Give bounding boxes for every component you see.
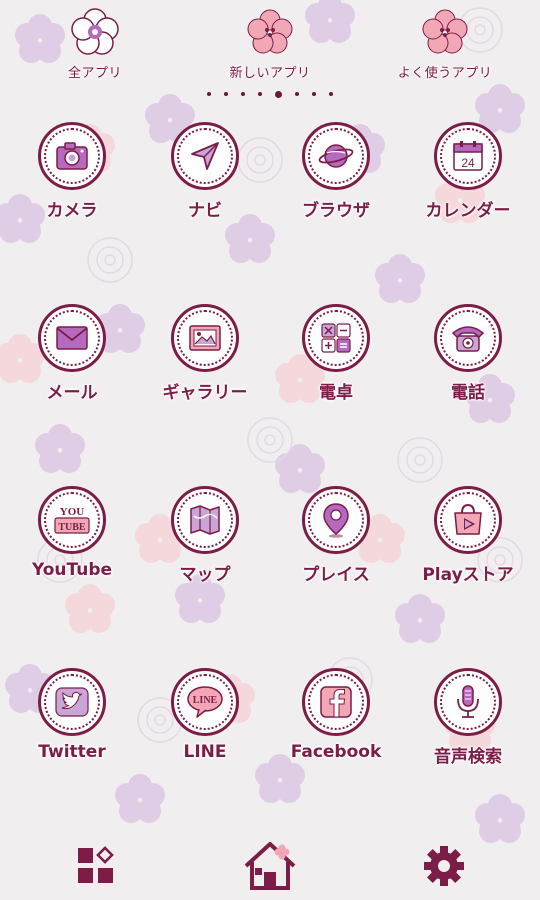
line-bubble-icon: LINE: [171, 668, 239, 736]
top-shortcut-bar: 全アプリ 新しいアプリ よく使うアプリ: [0, 0, 540, 88]
navigation-arrow-icon: [171, 122, 239, 190]
app-label: Playストア: [422, 565, 514, 585]
home-button[interactable]: [240, 838, 300, 894]
app-phone[interactable]: 電話: [408, 304, 528, 403]
app-label: カメラ: [46, 201, 98, 221]
youtube-icon: YOU TUBE: [38, 486, 106, 554]
youtube-icon-text: TUBE: [58, 522, 86, 533]
dock-bar: [0, 830, 540, 900]
envelope-icon: [38, 304, 106, 372]
flower-pink-icon: [419, 6, 471, 58]
flower-pink-icon: [244, 6, 296, 58]
app-label: プレイス: [302, 565, 370, 585]
page-dot-active: [275, 90, 282, 98]
settings-button[interactable]: [414, 838, 474, 894]
app-label: YouTube: [31, 560, 113, 580]
app-browser[interactable]: ブラウザ: [276, 122, 396, 221]
app-label: LINE: [183, 742, 227, 762]
app-label: メール: [46, 383, 98, 403]
app-gallery[interactable]: ギャラリー: [145, 304, 265, 403]
new-apps-button[interactable]: 新しいアプリ: [195, 6, 345, 81]
page-dot: [241, 92, 245, 96]
app-drawer-button[interactable]: [66, 838, 126, 894]
gear-icon: [424, 846, 464, 886]
app-facebook[interactable]: Facebook: [276, 668, 396, 762]
page-dot: [258, 92, 262, 96]
app-calendar[interactable]: 24 カレンダー: [408, 122, 528, 221]
app-map[interactable]: マップ: [145, 486, 265, 585]
app-label: ブラウザ: [302, 201, 370, 221]
app-label: 音声検索: [434, 747, 502, 767]
telephone-icon: [434, 304, 502, 372]
camera-icon: [38, 122, 106, 190]
app-label: マップ: [179, 565, 231, 585]
app-voice-search[interactable]: 音声検索: [408, 668, 528, 767]
app-label: 電卓: [319, 383, 353, 403]
top-label: よく使うアプリ: [397, 66, 493, 81]
location-pin-icon: [302, 486, 370, 554]
app-calculator[interactable]: 電卓: [276, 304, 396, 403]
app-label: 電話: [451, 383, 485, 403]
page-dot: [295, 92, 299, 96]
picture-icon: [171, 304, 239, 372]
app-label: Twitter: [38, 742, 106, 762]
bird-icon: [38, 668, 106, 736]
page-dot: [329, 92, 333, 96]
top-label: 全アプリ: [67, 66, 122, 81]
calendar-date: 24: [461, 156, 475, 170]
app-play-store[interactable]: Playストア: [408, 486, 528, 585]
app-navi[interactable]: ナビ: [145, 122, 265, 221]
planet-icon: [302, 122, 370, 190]
microphone-icon: [434, 668, 502, 736]
app-drawer-icon: [78, 846, 114, 883]
line-icon-text: LINE: [193, 695, 218, 706]
page-indicator: [0, 88, 540, 100]
top-label: 新しいアプリ: [229, 66, 311, 81]
shopping-bag-play-icon: [434, 486, 502, 554]
page-dot: [207, 92, 211, 96]
home-icon: [244, 842, 296, 890]
app-label: Facebook: [290, 742, 382, 762]
app-places[interactable]: プレイス: [276, 486, 396, 585]
page-dot: [312, 92, 316, 96]
app-line[interactable]: LINE LINE: [145, 668, 265, 762]
all-apps-button[interactable]: 全アプリ: [20, 6, 170, 81]
facebook-icon: [302, 668, 370, 736]
calendar-icon: 24: [434, 122, 502, 190]
app-camera[interactable]: カメラ: [12, 122, 132, 221]
app-youtube[interactable]: YOU TUBE YouTube: [12, 486, 132, 580]
app-label: ギャラリー: [162, 383, 248, 403]
app-twitter[interactable]: Twitter: [12, 668, 132, 762]
frequent-apps-button[interactable]: よく使うアプリ: [370, 6, 520, 81]
flower-white-icon: [69, 6, 121, 58]
calculator-icon: [302, 304, 370, 372]
app-mail[interactable]: メール: [12, 304, 132, 403]
app-label: ナビ: [188, 201, 222, 221]
app-label: カレンダー: [425, 201, 511, 221]
page-dot: [224, 92, 228, 96]
youtube-icon-text: YOU: [60, 506, 85, 518]
map-icon: [171, 486, 239, 554]
